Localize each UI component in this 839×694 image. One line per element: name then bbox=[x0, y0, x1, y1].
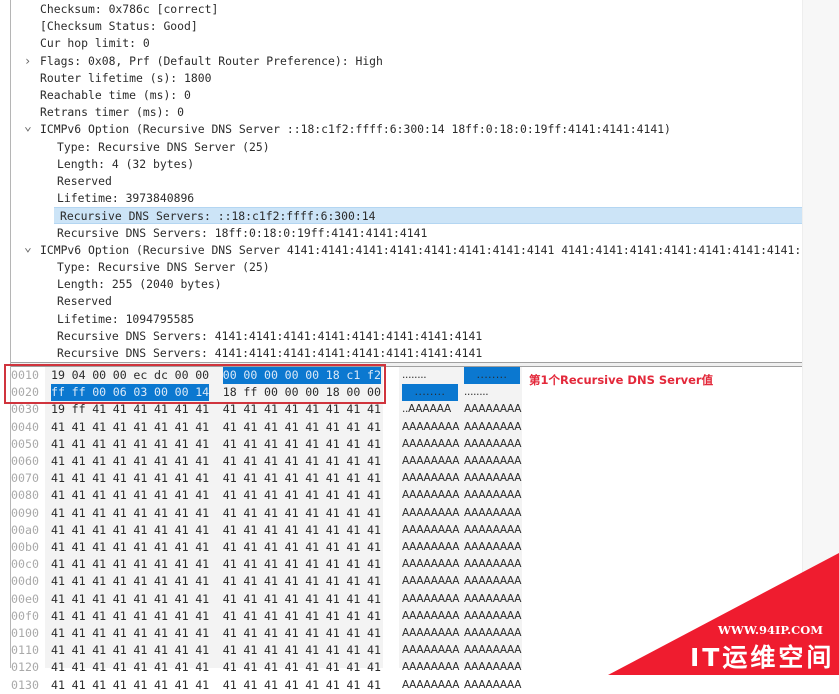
watermark-url: WWW.94IP.COM bbox=[718, 623, 823, 637]
hex-byte[interactable]: 41 bbox=[367, 677, 381, 694]
hex-byte[interactable]: 41 bbox=[305, 677, 319, 694]
ascii-group[interactable]: AAAAAAAA bbox=[402, 677, 459, 694]
hex-byte[interactable]: 41 bbox=[195, 677, 209, 694]
watermark-triangle bbox=[608, 553, 839, 675]
hex-byte[interactable]: 41 bbox=[92, 677, 106, 694]
hex-byte[interactable]: 41 bbox=[264, 677, 278, 694]
hex-byte[interactable]: 41 bbox=[113, 677, 127, 694]
hex-row[interactable]: 0130 41 41 41 41 41 41 41 41 41 41 41 41 41 41 41 41 AAAA… bbox=[11, 677, 791, 694]
hex-byte[interactable]: 41 bbox=[243, 677, 257, 694]
hex-byte[interactable]: 41 bbox=[285, 677, 299, 694]
hex-byte[interactable]: 41 bbox=[154, 677, 168, 694]
hex-byte[interactable]: 41 bbox=[133, 677, 147, 694]
watermark-name: IT运维空间 bbox=[690, 643, 835, 672]
hex-byte[interactable]: 41 bbox=[51, 677, 65, 694]
hex-byte[interactable]: 41 bbox=[346, 677, 360, 694]
hex-offset: 0130 bbox=[11, 677, 39, 692]
hex-byte[interactable]: 41 bbox=[326, 677, 340, 694]
hex-byte[interactable]: 41 bbox=[175, 677, 189, 694]
ascii-group[interactable]: AAAAAAAA bbox=[464, 677, 521, 694]
hex-byte[interactable]: 41 bbox=[223, 677, 237, 694]
hex-byte[interactable]: 41 bbox=[72, 677, 86, 694]
